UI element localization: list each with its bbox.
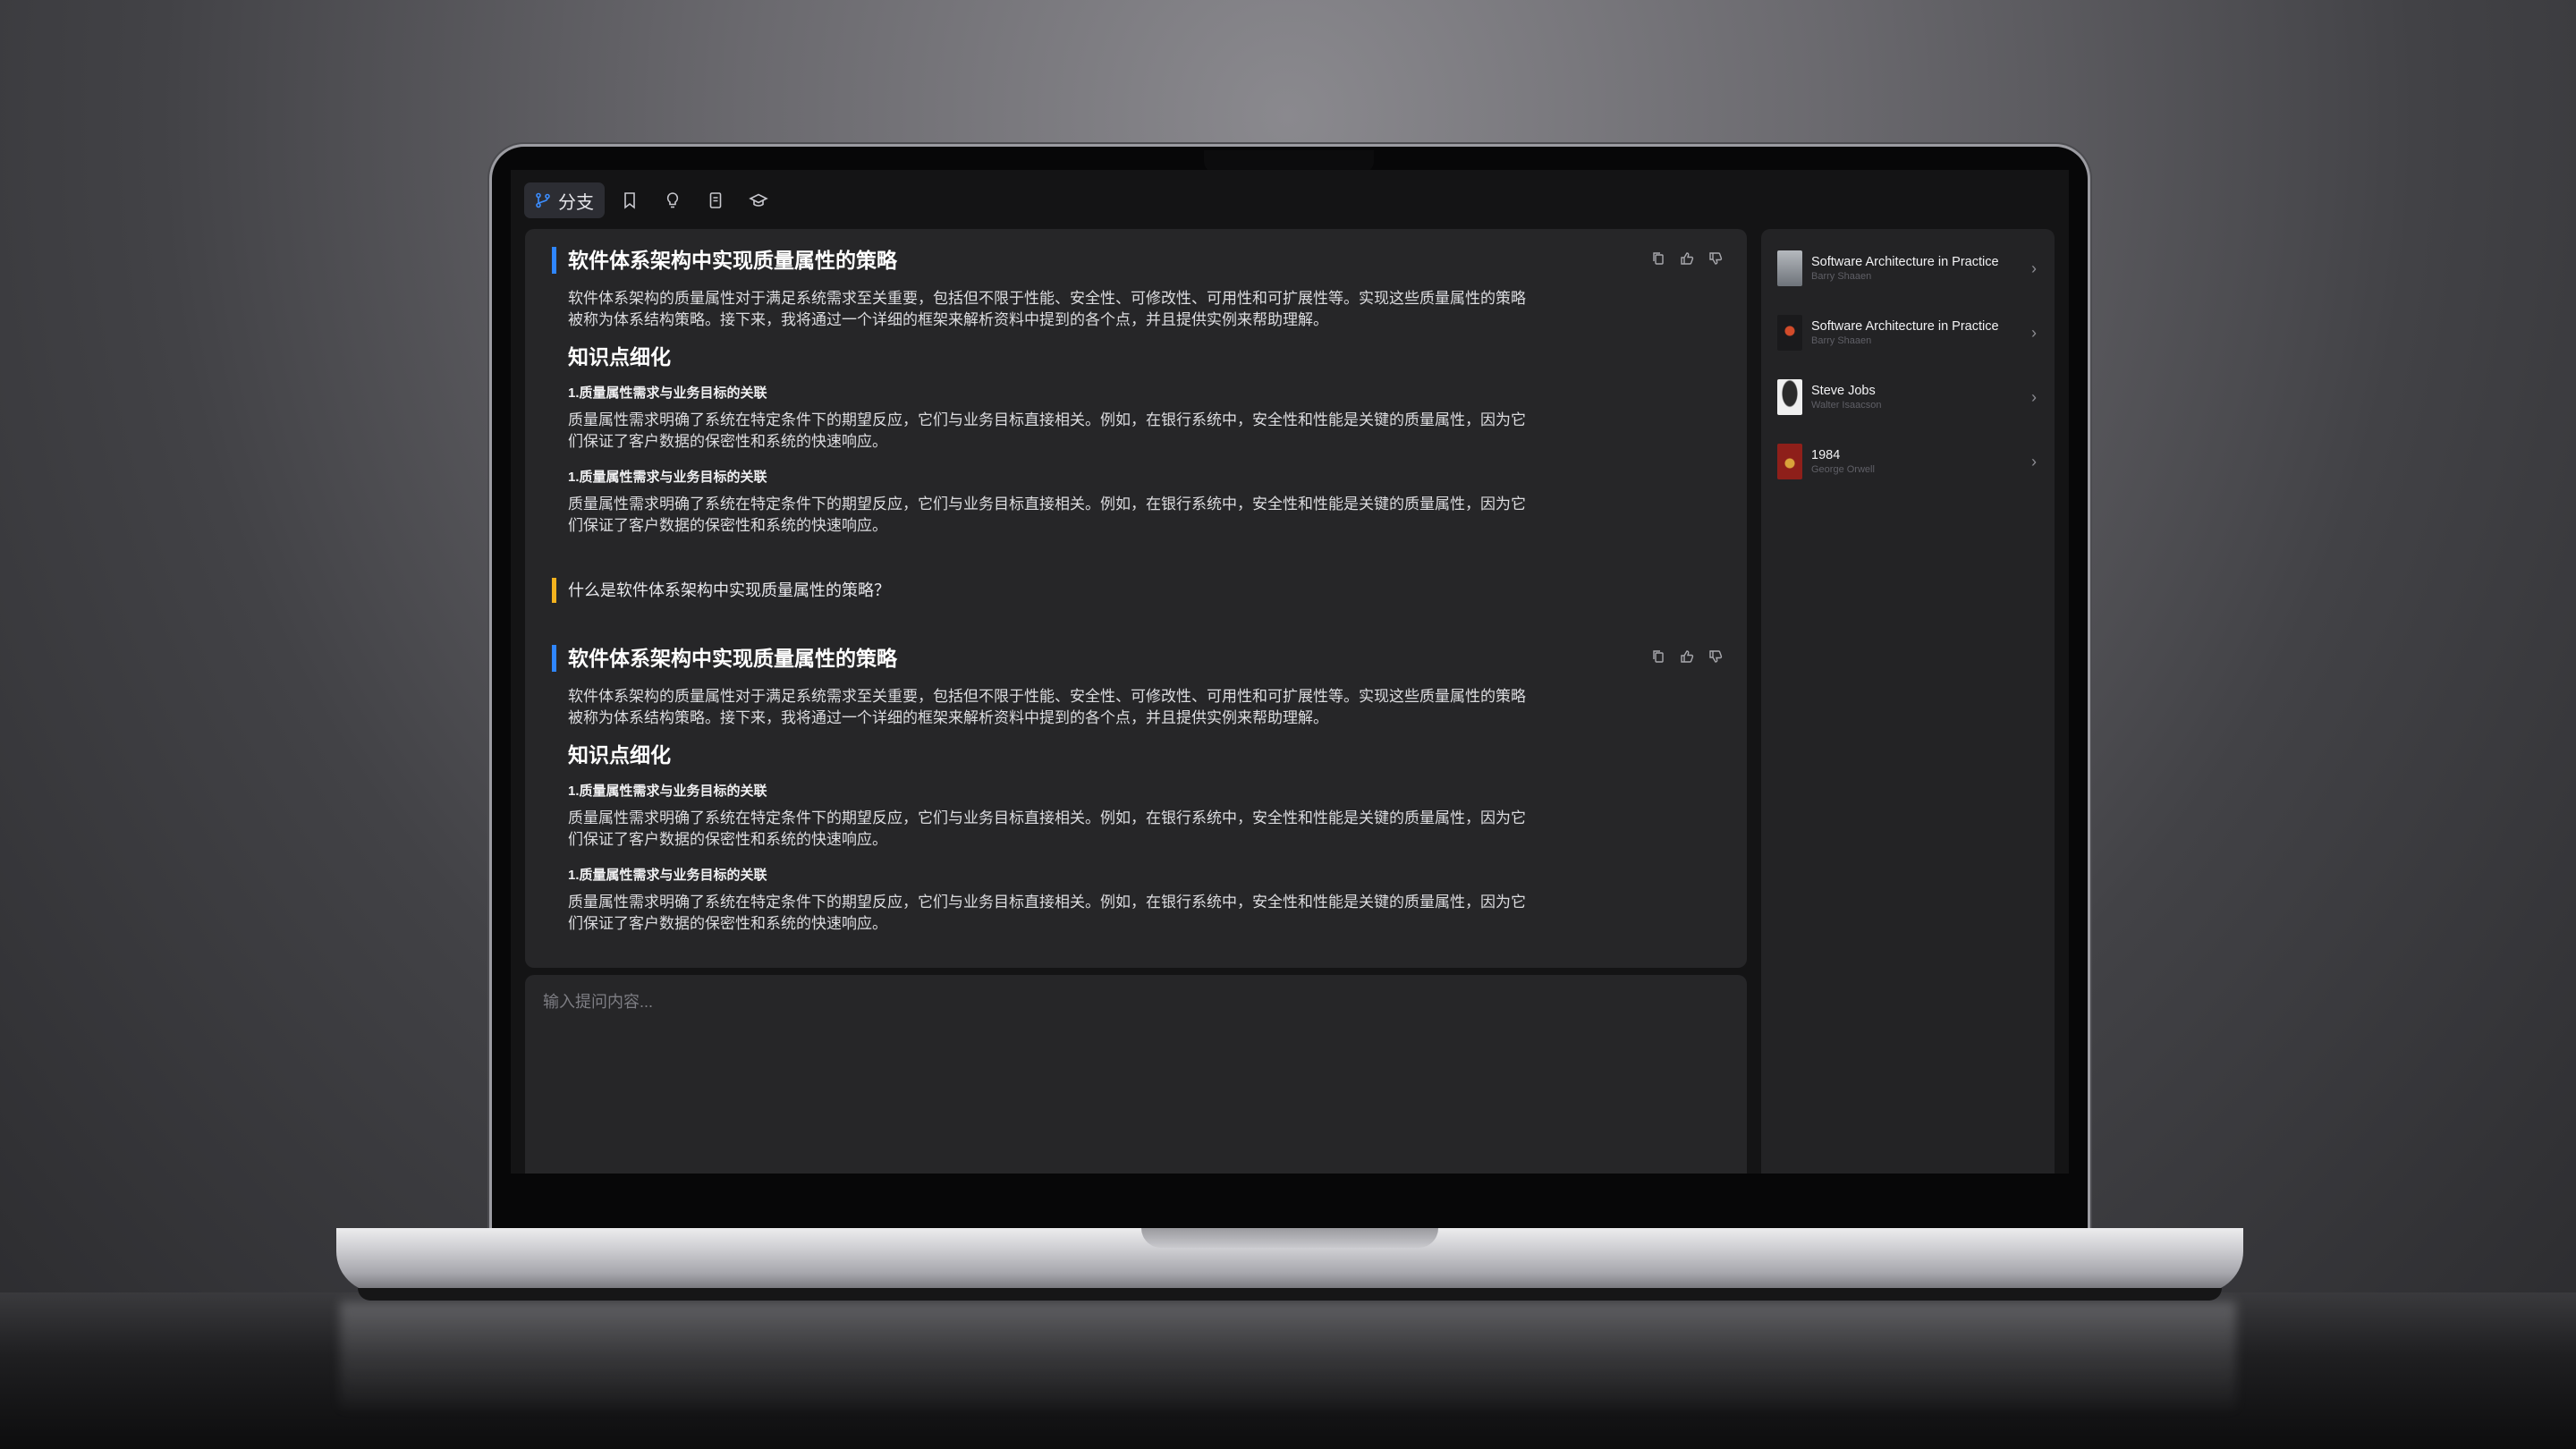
reference-sidebar: Software Architecture in Practice Barry … xyxy=(1761,229,2055,1174)
item-text-line: 们保证了客户数据的保密性和系统的快速响应。 xyxy=(568,831,887,848)
lightbulb-icon xyxy=(666,192,679,208)
answer-intro-line: 软件体系架构的质量属性对于满足系统需求至关重要，包括但不限于性能、安全性、可修改… xyxy=(568,688,1526,705)
item-text-line: 们保证了客户数据的保密性和系统的快速响应。 xyxy=(568,517,887,534)
answer-title: 软件体系架构中实现质量属性的策略 xyxy=(552,247,897,274)
prompt-input[interactable] xyxy=(541,987,1725,1016)
note-icon xyxy=(709,192,722,208)
book-item[interactable]: Steve Jobs Walter Isaacson › xyxy=(1777,374,2044,420)
answer-intro-line: 被称为体系结构策略。接下来，我将通过一个详细的框架来解析资料中提到的各个点，并且… xyxy=(568,709,1328,726)
answer-intro-line: 软件体系架构的质量属性对于满足系统需求至关重要，包括但不限于性能、安全性、可修改… xyxy=(568,290,1526,307)
book-item[interactable]: Software Architecture in Practice Barry … xyxy=(1777,245,2044,292)
book-cover xyxy=(1777,444,1802,479)
book-cover xyxy=(1777,379,1802,415)
thumbs-down-icon[interactable] xyxy=(1707,250,1724,267)
book-author: George Orwell xyxy=(1811,464,1875,475)
book-title: 1984 xyxy=(1811,448,1841,462)
book-item[interactable]: Software Architecture in Practice Barry … xyxy=(1777,309,2044,356)
note-button[interactable] xyxy=(698,182,733,218)
prompt-input-box xyxy=(525,975,1747,1174)
user-question: 什么是软件体系架构中实现质量属性的策略？ xyxy=(552,578,890,603)
bookmark-icon xyxy=(624,192,635,209)
branch-button[interactable]: 分支 xyxy=(524,182,605,218)
lid-opening-notch xyxy=(1141,1228,1438,1248)
item-text-line: 质量属性需求明确了系统在特定条件下的期望反应，它们与业务目标直接相关。例如，在银… xyxy=(568,411,1526,428)
book-item[interactable]: 1984 George Orwell › xyxy=(1777,438,2044,485)
book-title: Software Architecture in Practice xyxy=(1811,255,1999,269)
item-heading: 1.质量属性需求与业务目标的关联 xyxy=(568,386,767,401)
answer-intro-line: 被称为体系结构策略。接下来，我将通过一个详细的框架来解析资料中提到的各个点，并且… xyxy=(568,311,1328,328)
toolbar: 分支 xyxy=(524,181,776,220)
branch-icon xyxy=(536,192,550,208)
laptop-reflection xyxy=(340,1301,2236,1409)
idea-button[interactable] xyxy=(655,182,691,218)
book-cover xyxy=(1777,315,1802,351)
section-heading: 知识点细化 xyxy=(568,345,671,369)
item-text-line: 质量属性需求明确了系统在特定条件下的期望反应，它们与业务目标直接相关。例如，在银… xyxy=(568,809,1526,826)
book-author: Barry Shaaen xyxy=(1811,335,1872,346)
item-text-line: 们保证了客户数据的保密性和系统的快速响应。 xyxy=(568,433,887,450)
item-heading: 1.质量属性需求与业务目标的关联 xyxy=(568,868,767,883)
branch-label: 分支 xyxy=(558,192,594,213)
item-text-line: 们保证了客户数据的保密性和系统的快速响应。 xyxy=(568,915,887,932)
learning-button[interactable] xyxy=(741,182,776,218)
message-actions xyxy=(1650,648,1724,665)
laptop-base-shadow xyxy=(358,1288,2222,1301)
book-author: Barry Shaaen xyxy=(1811,271,1872,282)
chevron-right-icon: › xyxy=(2031,387,2037,406)
item-text-line: 质量属性需求明确了系统在特定条件下的期望反应，它们与业务目标直接相关。例如，在银… xyxy=(568,894,1526,911)
book-author: Walter Isaacson xyxy=(1811,400,1882,411)
copy-icon[interactable] xyxy=(1650,250,1666,267)
copy-icon[interactable] xyxy=(1650,648,1666,665)
answer-title: 软件体系架构中实现质量属性的策略 xyxy=(552,645,897,672)
book-title: Steve Jobs xyxy=(1811,384,1876,398)
item-heading: 1.质量属性需求与业务目标的关联 xyxy=(568,470,767,485)
chat-panel: 软件体系架构中实现质量属性的策略 软件体系架构的质量属性对于满足系统需求至关重要… xyxy=(525,229,1747,968)
thumbs-down-icon[interactable] xyxy=(1707,648,1724,665)
item-heading: 1.质量属性需求与业务目标的关联 xyxy=(568,784,767,799)
book-cover xyxy=(1777,250,1802,286)
thumbs-up-icon[interactable] xyxy=(1679,250,1695,267)
thumbs-up-icon[interactable] xyxy=(1679,648,1695,665)
book-title: Software Architecture in Practice xyxy=(1811,319,1999,334)
chevron-right-icon: › xyxy=(2031,452,2037,470)
bookmark-button[interactable] xyxy=(612,182,648,218)
chevron-right-icon: › xyxy=(2031,258,2037,277)
app-window: 分支 软件体系架构中实现质量属性的策略 软件体系架构的质量属性对于满足系统需求至… xyxy=(511,170,2069,1174)
chevron-right-icon: › xyxy=(2031,323,2037,342)
item-text-line: 质量属性需求明确了系统在特定条件下的期望反应，它们与业务目标直接相关。例如，在银… xyxy=(568,496,1526,513)
message-actions xyxy=(1650,250,1724,267)
graduation-cap-icon xyxy=(749,193,768,207)
section-heading: 知识点细化 xyxy=(568,743,671,767)
